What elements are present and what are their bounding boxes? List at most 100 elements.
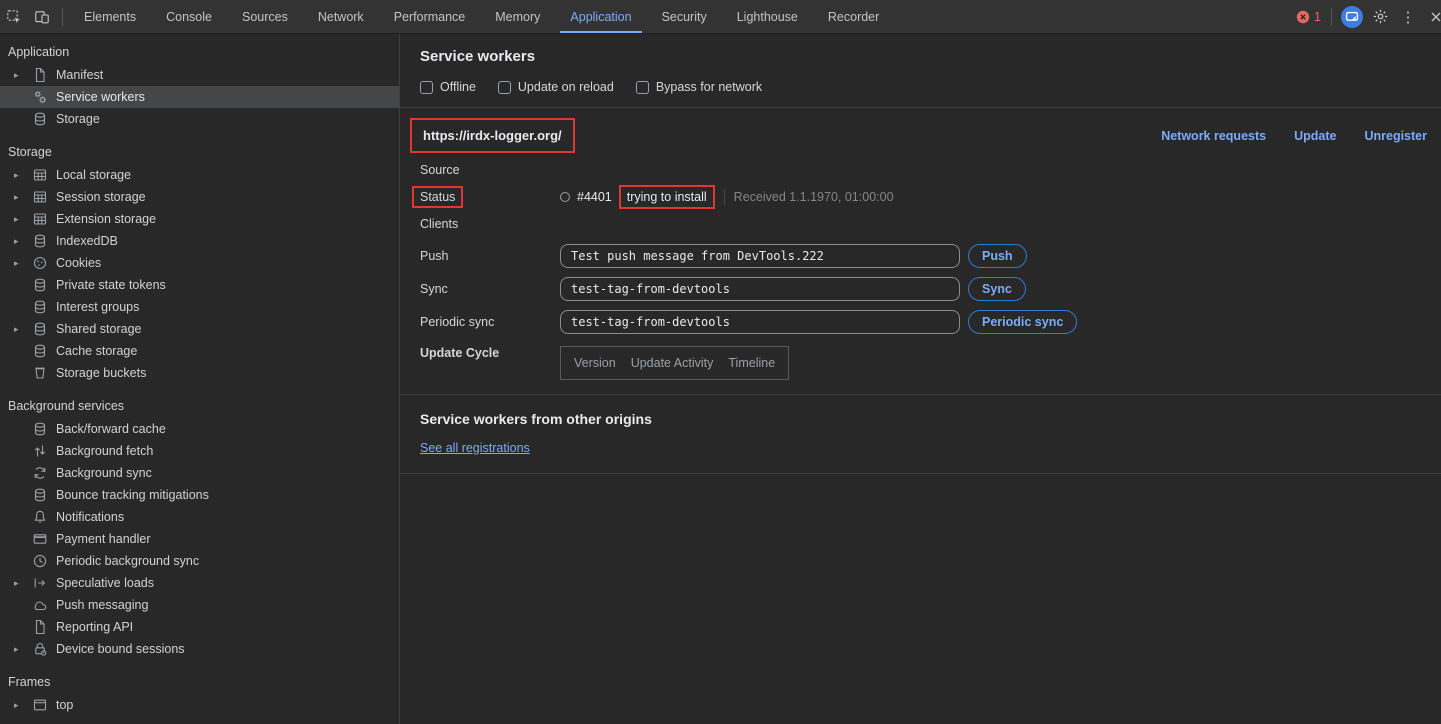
extension-button[interactable]	[1338, 4, 1366, 30]
status-radio-icon[interactable]	[560, 192, 570, 202]
sidebar-item-push-messaging[interactable]: Push messaging	[0, 594, 399, 616]
sidebar-item-payment-handler[interactable]: Payment handler	[0, 528, 399, 550]
inspect-element-button[interactable]	[0, 4, 28, 30]
sidebar-item-reporting-api[interactable]: Reporting API	[0, 616, 399, 638]
sidebar-section-background-services: Background services Back/forward cache Bac…	[0, 394, 399, 660]
device-toolbar-button[interactable]	[28, 4, 56, 30]
sidebar-item-label: Back/forward cache	[56, 422, 166, 436]
sidebar-item-service-workers[interactable]: Service workers	[0, 86, 399, 108]
sidebar-item-indexeddb[interactable]: ▸IndexedDB	[0, 230, 399, 252]
checkbox-label: Update on reload	[518, 80, 614, 94]
toolbar-divider	[1331, 8, 1332, 26]
error-count: 1	[1314, 10, 1321, 24]
checkbox-update-on-reload[interactable]: Update on reload	[498, 80, 614, 94]
expander-arrow-icon[interactable]: ▸	[14, 700, 28, 711]
tab-elements[interactable]: Elements	[74, 0, 146, 33]
tab-performance[interactable]: Performance	[384, 0, 476, 33]
sidebar-item-label: Speculative loads	[56, 576, 154, 590]
checkbox-icon[interactable]	[420, 81, 433, 94]
sidebar-item-label: top	[56, 698, 73, 712]
expander-arrow-icon[interactable]: ▸	[14, 258, 28, 269]
update-link[interactable]: Update	[1294, 129, 1336, 143]
sidebar-item-label: Cookies	[56, 256, 101, 270]
sidebar-item-private-state-tokens[interactable]: Private state tokens	[0, 274, 399, 296]
sidebar-item-shared-storage[interactable]: ▸Shared storage	[0, 318, 399, 340]
sync-label: Sync	[420, 282, 560, 296]
tab-lighthouse[interactable]: Lighthouse	[727, 0, 808, 33]
table-icon	[32, 189, 48, 205]
checkbox-label: Offline	[440, 80, 476, 94]
sync-button[interactable]: Sync	[968, 277, 1026, 301]
expander-arrow-icon[interactable]: ▸	[14, 214, 28, 225]
sidebar-item-interest-groups[interactable]: Interest groups	[0, 296, 399, 318]
expander-arrow-icon[interactable]: ▸	[14, 192, 28, 203]
close-devtools-button[interactable]	[1422, 4, 1441, 30]
sidebar-section-title: Background services	[0, 394, 399, 418]
tab-security[interactable]: Security	[652, 0, 717, 33]
tab-memory[interactable]: Memory	[485, 0, 550, 33]
tab-application[interactable]: Application	[560, 0, 641, 33]
sidebar-item-bounce-tracking-mitigations[interactable]: Bounce tracking mitigations	[0, 484, 399, 506]
sidebar-item-label: Manifest	[56, 68, 103, 82]
source-row: Source	[420, 159, 1441, 181]
see-all-registrations-link[interactable]: See all registrations	[420, 441, 530, 455]
sidebar-item-cache-storage[interactable]: Cache storage	[0, 340, 399, 362]
expander-arrow-icon[interactable]: ▸	[14, 578, 28, 589]
database-icon	[32, 233, 48, 249]
push-message-input[interactable]	[560, 244, 960, 268]
sidebar-item-manifest[interactable]: ▸ Manifest	[0, 64, 399, 86]
database-icon	[32, 111, 48, 127]
sidebar-item-label: Bounce tracking mitigations	[56, 488, 209, 502]
cookie-icon	[32, 255, 48, 271]
sidebar-item-label: Service workers	[56, 90, 145, 104]
sidebar-item-periodic-background-sync[interactable]: Periodic background sync	[0, 550, 399, 572]
expander-arrow-icon[interactable]: ▸	[14, 70, 28, 81]
sync-tag-input[interactable]	[560, 277, 960, 301]
expander-arrow-icon[interactable]: ▸	[14, 644, 28, 655]
service-worker-options: Offline Update on reload Bypass for networ…	[420, 80, 1441, 94]
checkbox-icon[interactable]	[636, 81, 649, 94]
sidebar-item-label: Extension storage	[56, 212, 156, 226]
sidebar-item-cookies[interactable]: ▸ Cookies	[0, 252, 399, 274]
bell-icon	[32, 509, 48, 525]
expander-arrow-icon[interactable]: ▸	[14, 236, 28, 247]
error-badge[interactable]: 1	[1296, 10, 1321, 24]
expander-arrow-icon[interactable]: ▸	[14, 170, 28, 181]
sidebar-item-background-fetch[interactable]: Background fetch	[0, 440, 399, 462]
sidebar-item-background-sync[interactable]: Background sync	[0, 462, 399, 484]
periodic-sync-label: Periodic sync	[420, 315, 560, 329]
gears-icon	[32, 89, 48, 105]
sidebar-item-session-storage[interactable]: ▸Session storage	[0, 186, 399, 208]
database-icon	[32, 321, 48, 337]
settings-button[interactable]	[1366, 4, 1394, 30]
network-requests-link[interactable]: Network requests	[1161, 129, 1266, 143]
tab-console[interactable]: Console	[156, 0, 222, 33]
checkbox-icon[interactable]	[498, 81, 511, 94]
sidebar-item-extension-storage[interactable]: ▸ Extension storage	[0, 208, 399, 230]
service-worker-actions: Network requests Update Unregister	[1161, 129, 1427, 143]
tab-network[interactable]: Network	[308, 0, 374, 33]
sidebar-item-back-forward-cache[interactable]: Back/forward cache	[0, 418, 399, 440]
sidebar-item-storage-buckets[interactable]: Storage buckets	[0, 362, 399, 384]
sidebar-item-label: Notifications	[56, 510, 124, 524]
tab-sources[interactable]: Sources	[232, 0, 298, 33]
kebab-menu-icon: ⋮	[1401, 8, 1416, 26]
expander-arrow-icon[interactable]: ▸	[14, 324, 28, 335]
periodic-sync-tag-input[interactable]	[560, 310, 960, 334]
sidebar-item-notifications[interactable]: Notifications	[0, 506, 399, 528]
push-button[interactable]: Push	[968, 244, 1027, 268]
sidebar-section-title: Application	[0, 40, 399, 64]
checkbox-bypass-for-network[interactable]: Bypass for network	[636, 80, 762, 94]
sidebar-item-storage[interactable]: Storage	[0, 108, 399, 130]
more-options-button[interactable]: ⋮	[1394, 4, 1422, 30]
sidebar-item-speculative-loads[interactable]: ▸ Speculative loads	[0, 572, 399, 594]
sidebar-item-device-bound-sessions[interactable]: ▸Device bound sessions	[0, 638, 399, 660]
periodic-sync-button[interactable]: Periodic sync	[968, 310, 1077, 334]
clock-icon	[32, 553, 48, 569]
sidebar-item-local-storage[interactable]: ▸Local storage	[0, 164, 399, 186]
unregister-link[interactable]: Unregister	[1364, 129, 1427, 143]
checkbox-offline[interactable]: Offline	[420, 80, 476, 94]
tab-recorder[interactable]: Recorder	[818, 0, 889, 33]
sidebar-item-top[interactable]: ▸ top	[0, 694, 399, 716]
file-icon	[32, 619, 48, 635]
